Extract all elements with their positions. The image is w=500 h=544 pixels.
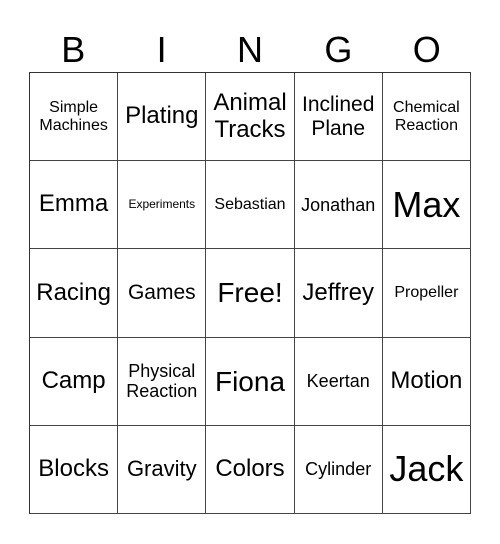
bingo-cell[interactable]: Gravity <box>118 425 207 514</box>
bingo-cell[interactable]: Jack <box>382 425 471 514</box>
bingo-cell[interactable]: Games <box>118 249 207 338</box>
bingo-cell[interactable]: Motion <box>382 337 471 426</box>
bingo-cell[interactable]: Physical Reaction <box>118 337 207 426</box>
bingo-cell[interactable]: Chemical Reaction <box>382 73 471 162</box>
bingo-cell[interactable]: Propeller <box>382 249 471 338</box>
header-letter-o: O <box>412 29 441 70</box>
bingo-cell[interactable]: Keertan <box>294 337 383 426</box>
bingo-cell[interactable]: Simple Machines <box>30 73 119 162</box>
bingo-cell[interactable]: Jeffrey <box>294 249 383 338</box>
bingo-cell[interactable]: Max <box>382 161 471 250</box>
header-letter-g: G <box>324 29 353 70</box>
bingo-cell[interactable]: Plating <box>118 73 207 162</box>
bingo-cell[interactable]: Racing <box>30 249 119 338</box>
header-letter-i: I <box>156 29 167 70</box>
header-letter-n: N <box>236 29 263 70</box>
bingo-cell[interactable]: Fiona <box>206 337 295 426</box>
header-letter-b: B <box>61 29 86 70</box>
bingo-cell[interactable]: Sebastian <box>206 161 295 250</box>
bingo-cell[interactable]: Blocks <box>30 425 119 514</box>
bingo-cell[interactable]: Emma <box>30 161 119 250</box>
bingo-cell free-space[interactable]: Free! <box>206 249 295 338</box>
bingo-cell[interactable]: Camp <box>30 337 119 426</box>
bingo-cell[interactable]: Colors <box>206 425 295 514</box>
bingo-cell[interactable]: Jonathan <box>294 161 383 250</box>
bingo-cell[interactable]: Cylinder <box>294 425 383 514</box>
bingo-grid: Simple Machines Plating Animal Tracks In… <box>29 72 471 514</box>
bingo-header: B I N G O <box>29 28 471 72</box>
bingo-cell[interactable]: Inclined Plane <box>294 73 383 162</box>
bingo-cell[interactable]: Experiments <box>118 161 207 250</box>
bingo-cell[interactable]: Animal Tracks <box>206 73 295 162</box>
